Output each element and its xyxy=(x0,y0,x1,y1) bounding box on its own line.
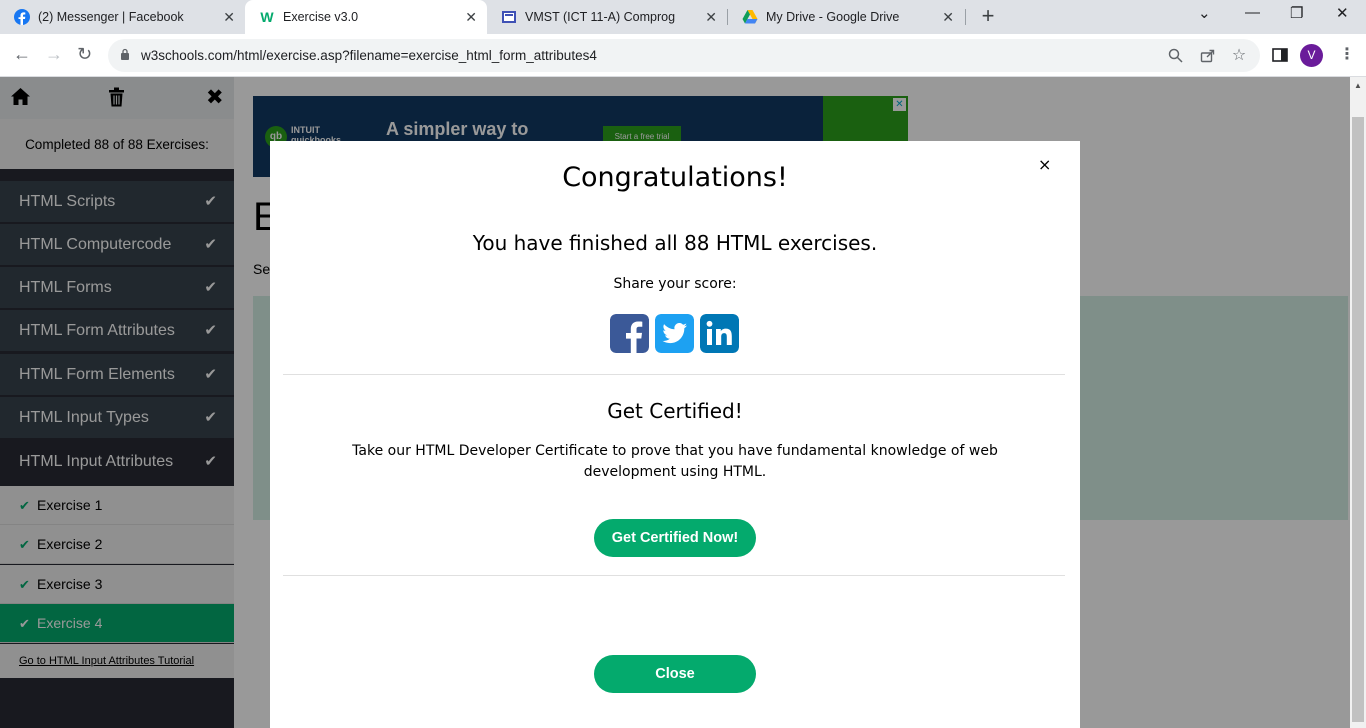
facebook-icon xyxy=(14,9,30,25)
share-icon[interactable] xyxy=(1199,48,1215,64)
profile-avatar[interactable]: V xyxy=(1300,44,1323,67)
tab-separator xyxy=(965,9,966,25)
w3schools-icon: W xyxy=(260,9,274,25)
address-bar[interactable]: w3schools.com/html/exercise.asp?filename… xyxy=(108,39,1260,72)
lock-icon xyxy=(121,48,129,60)
bookmark-star-icon[interactable]: ☆ xyxy=(1231,48,1247,64)
back-icon[interactable]: ← xyxy=(13,44,31,65)
modal-divider xyxy=(283,374,1065,375)
congratulations-modal: × Congratulations! You have finished all… xyxy=(270,141,1080,728)
get-certified-title: Get Certified! xyxy=(607,399,743,423)
close-tab-icon[interactable]: ✕ xyxy=(942,9,954,26)
reload-icon[interactable]: ↻ xyxy=(77,44,92,65)
share-buttons xyxy=(610,314,740,353)
page-scrollbar[interactable]: ▲ xyxy=(1350,77,1366,728)
facebook-icon[interactable] xyxy=(610,314,649,353)
get-certified-button[interactable]: Get Certified Now! xyxy=(594,519,756,557)
tab-title: VMST (ICT 11-A) Comprog xyxy=(525,10,676,24)
modal-divider xyxy=(283,575,1065,576)
zoom-icon[interactable] xyxy=(1167,48,1183,64)
share-label: Share your score: xyxy=(613,276,737,292)
twitter-icon[interactable] xyxy=(655,314,694,353)
scroll-up-icon[interactable]: ▲ xyxy=(1354,81,1362,90)
forward-icon[interactable]: → xyxy=(45,44,63,65)
certificate-description: Take our HTML Developer Certificate to p… xyxy=(352,443,998,480)
tab-title: My Drive - Google Drive xyxy=(766,10,900,24)
tab-messenger[interactable]: (2) Messenger | Facebook ✕ xyxy=(0,0,245,34)
scrollbar-thumb[interactable] xyxy=(1352,117,1364,722)
browser-menu-icon[interactable]: ⋮ xyxy=(1339,44,1355,64)
close-tab-icon[interactable]: ✕ xyxy=(465,9,477,26)
url-text: w3schools.com/html/exercise.asp?filename… xyxy=(141,48,597,63)
minimize-icon[interactable]: — xyxy=(1245,4,1260,21)
new-tab-button[interactable]: + xyxy=(976,4,1000,28)
close-button[interactable]: Close xyxy=(594,655,756,693)
close-tab-icon[interactable]: ✕ xyxy=(223,9,235,26)
tab-google-drive[interactable]: My Drive - Google Drive ✕ xyxy=(728,0,964,34)
tab-search-icon[interactable]: ⌄ xyxy=(1198,4,1211,22)
restore-icon[interactable]: ❐ xyxy=(1290,4,1303,22)
tab-exercise[interactable]: W Exercise v3.0 ✕ xyxy=(245,0,487,34)
close-window-icon[interactable]: ✕ xyxy=(1336,4,1349,22)
google-drive-icon xyxy=(742,9,758,25)
linkedin-icon[interactable] xyxy=(700,314,739,353)
browser-tab-bar: (2) Messenger | Facebook ✕ W Exercise v3… xyxy=(0,0,1366,34)
close-tab-icon[interactable]: ✕ xyxy=(705,9,717,26)
browser-toolbar: ← → ↻ w3schools.com/html/exercise.asp?fi… xyxy=(0,34,1366,77)
classroom-icon xyxy=(501,9,517,25)
side-panel-icon[interactable] xyxy=(1271,46,1289,64)
tab-classroom[interactable]: VMST (ICT 11-A) Comprog ✕ xyxy=(487,0,727,34)
finished-message: You have finished all 88 HTML exercises. xyxy=(472,231,878,255)
modal-title: Congratulations! xyxy=(562,162,788,193)
tab-title: Exercise v3.0 xyxy=(283,10,359,24)
tab-title: (2) Messenger | Facebook xyxy=(38,10,184,24)
